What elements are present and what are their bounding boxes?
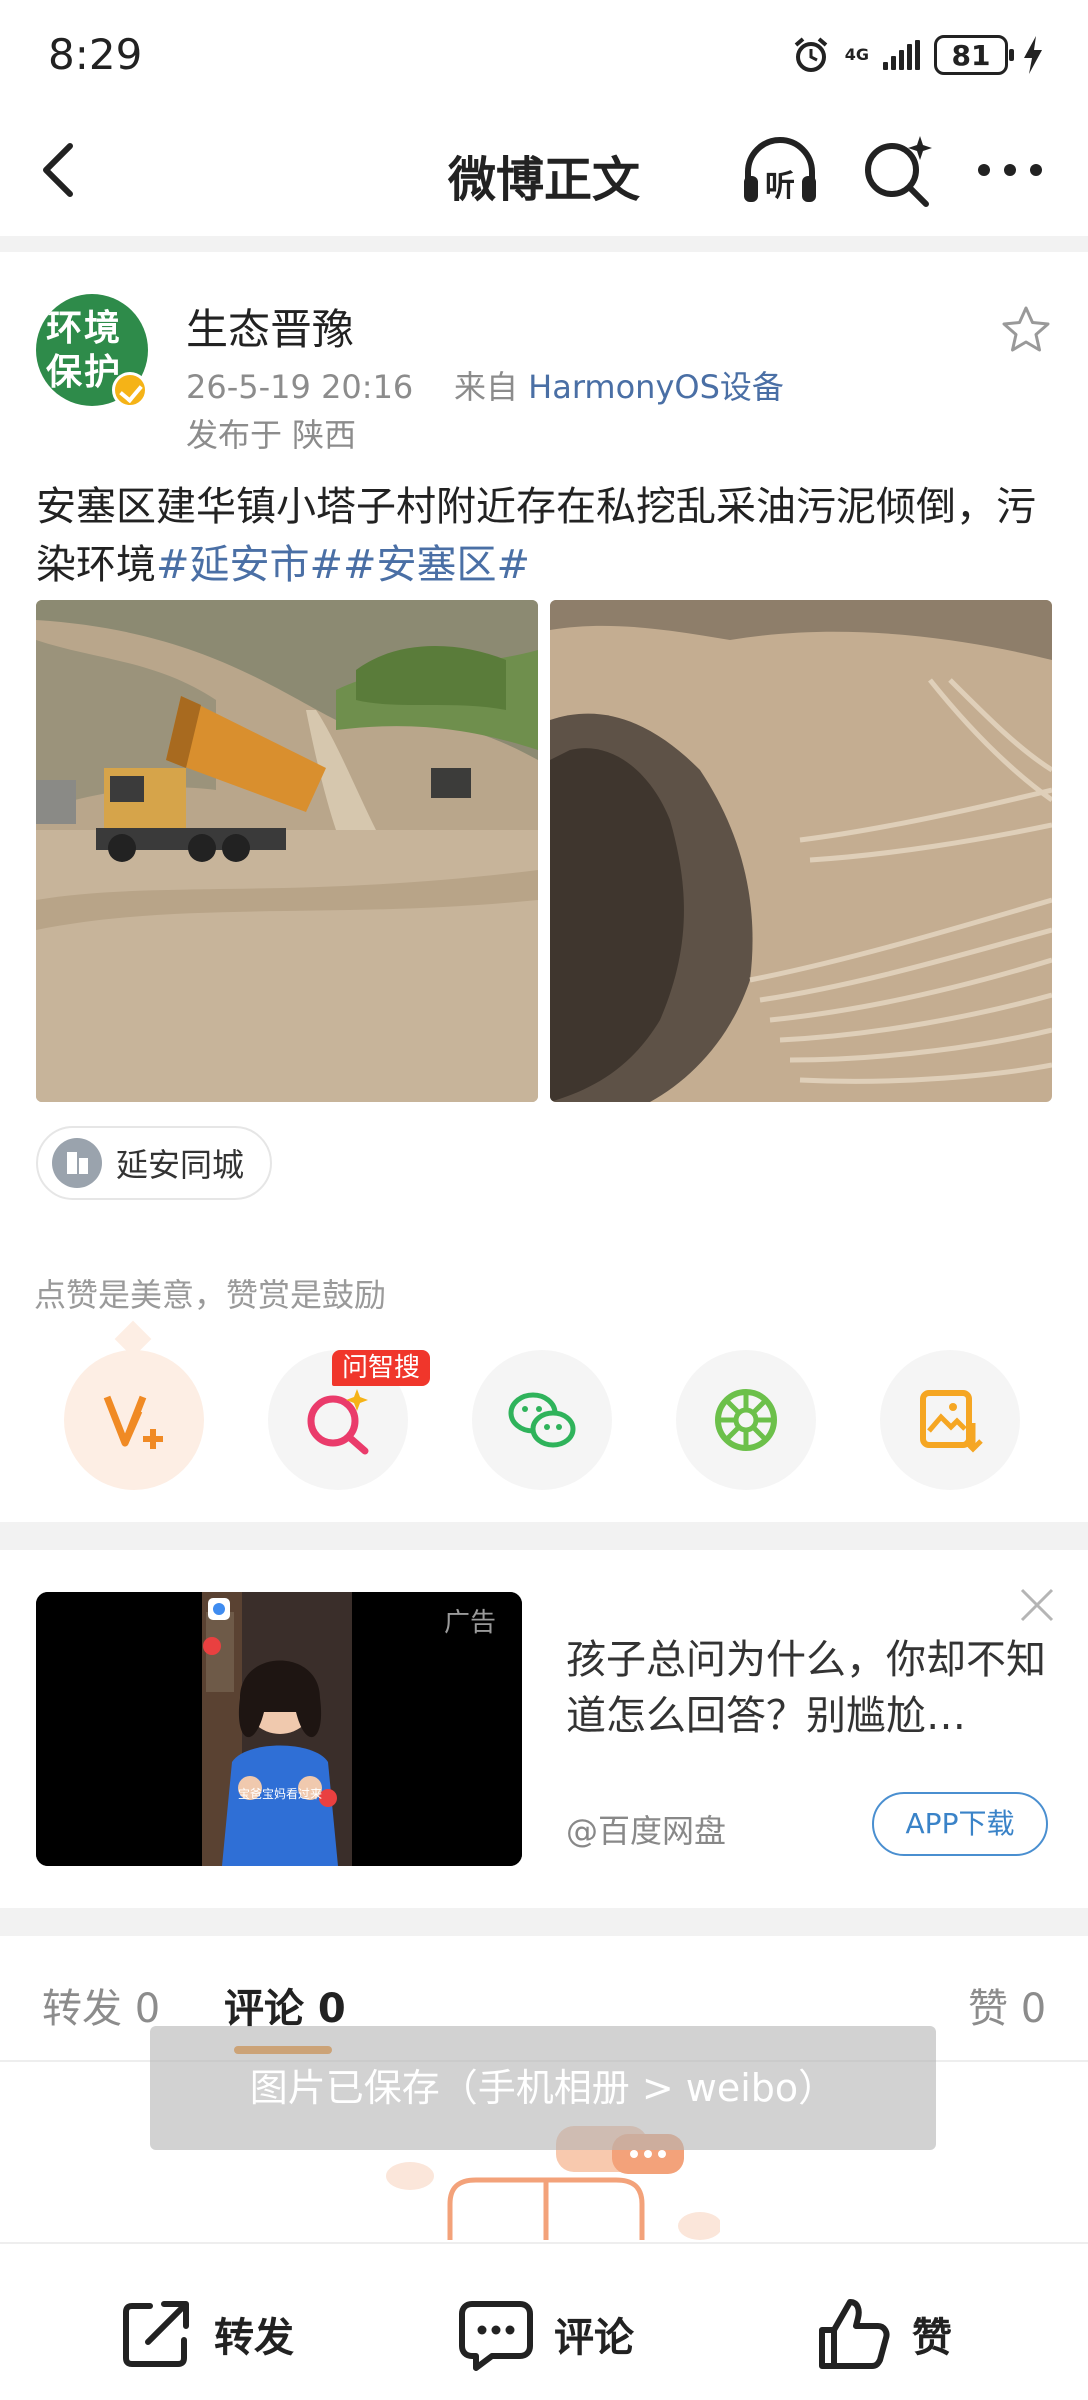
save-image-icon — [920, 1390, 983, 1453]
alarm-icon — [794, 37, 828, 72]
city-icon — [52, 1138, 102, 1188]
section-divider — [0, 1908, 1088, 1936]
listen-label: 听 — [765, 169, 795, 204]
network-type: 4G — [844, 45, 869, 64]
charging-icon — [1024, 36, 1042, 74]
post-time: 26-5-19 20:16 — [186, 368, 414, 406]
like-label: 赞 — [912, 2315, 952, 2361]
user-name[interactable]: 生态晋豫 — [186, 296, 354, 357]
vplus-reward-button[interactable] — [64, 1350, 204, 1490]
verified-badge-icon — [112, 372, 148, 408]
ad-tag: 广告 — [444, 1608, 497, 1638]
repost-icon — [123, 2301, 189, 2367]
wechat-icon — [508, 1392, 576, 1448]
tab-like[interactable]: 赞 0 — [968, 1976, 1046, 2034]
ad-video-caption: 宝爸宝妈看过来 — [238, 1787, 322, 1801]
listen-icon[interactable]: 听 — [740, 134, 820, 206]
post-hashtags[interactable]: #延安市##安塞区# — [156, 542, 530, 588]
comment-button[interactable]: 评论 — [458, 2294, 634, 2374]
ad-source: @百度网盘 — [566, 1812, 727, 1850]
post-source[interactable]: HarmonyOS设备 — [528, 368, 784, 406]
reward-hint: 点赞是美意，赞赏是鼓励 — [34, 1276, 387, 1314]
thumbs-up-icon — [819, 2299, 890, 2369]
moments-share-button[interactable] — [676, 1350, 816, 1490]
more-icon[interactable] — [972, 134, 1048, 206]
close-icon[interactable] — [1018, 1586, 1056, 1624]
status-bar: 8:29 4G 81 — [0, 0, 1088, 110]
post-body: 安塞区建华镇小塔子村附近存在私挖乱采油污泥倾倒，污染环境#延安市##安塞区# — [36, 478, 1052, 594]
favorite-star-icon[interactable] — [1000, 304, 1052, 356]
repost-button[interactable]: 转发 — [118, 2294, 294, 2374]
nav-bar: 微博正文 听 — [0, 110, 1088, 230]
repost-label: 转发 — [214, 2315, 294, 2361]
ask-badge: 问智搜 — [332, 1350, 431, 1386]
app-download-button[interactable]: APP下载 — [872, 1792, 1048, 1856]
tab-repost[interactable]: 转发 0 — [42, 1976, 160, 2034]
ask-search-icon — [307, 1389, 369, 1455]
bottom-action-bar: 转发 评论 赞 — [0, 2242, 1088, 2400]
post-location: 发布于 陕西 — [186, 416, 357, 454]
save-image-button[interactable] — [880, 1350, 1020, 1490]
battery-icon: 81 — [934, 35, 1014, 75]
ad-title[interactable]: 孩子总问为什么，你却不知道怎么回答？别尴尬… — [566, 1632, 1056, 1744]
location-chip[interactable]: 延安同城 — [36, 1126, 273, 1200]
status-time: 8:29 — [48, 30, 143, 79]
toast-message: 图片已保存（手机相册 > weibo） — [150, 2026, 936, 2150]
ai-search-icon[interactable] — [860, 132, 936, 208]
from-label: 来自 — [453, 368, 518, 406]
section-divider — [0, 1522, 1088, 1550]
moments-icon — [715, 1389, 777, 1451]
location-chip-label: 延安同城 — [116, 1146, 245, 1184]
post-image-slope[interactable] — [550, 600, 1052, 1102]
wechat-share-button[interactable] — [472, 1350, 612, 1490]
comment-label: 评论 — [554, 2315, 634, 2361]
status-icons: 4G 81 — [791, 30, 1044, 80]
vplus-reward-icon — [103, 1395, 163, 1449]
like-button[interactable]: 赞 — [816, 2294, 952, 2374]
section-divider — [0, 236, 1088, 252]
post-meta: 26-5-19 20:16 来自 HarmonyOS设备 — [186, 362, 784, 408]
comment-icon — [459, 2301, 533, 2371]
signal-icon — [883, 40, 920, 70]
post-image-truck[interactable] — [36, 600, 538, 1102]
